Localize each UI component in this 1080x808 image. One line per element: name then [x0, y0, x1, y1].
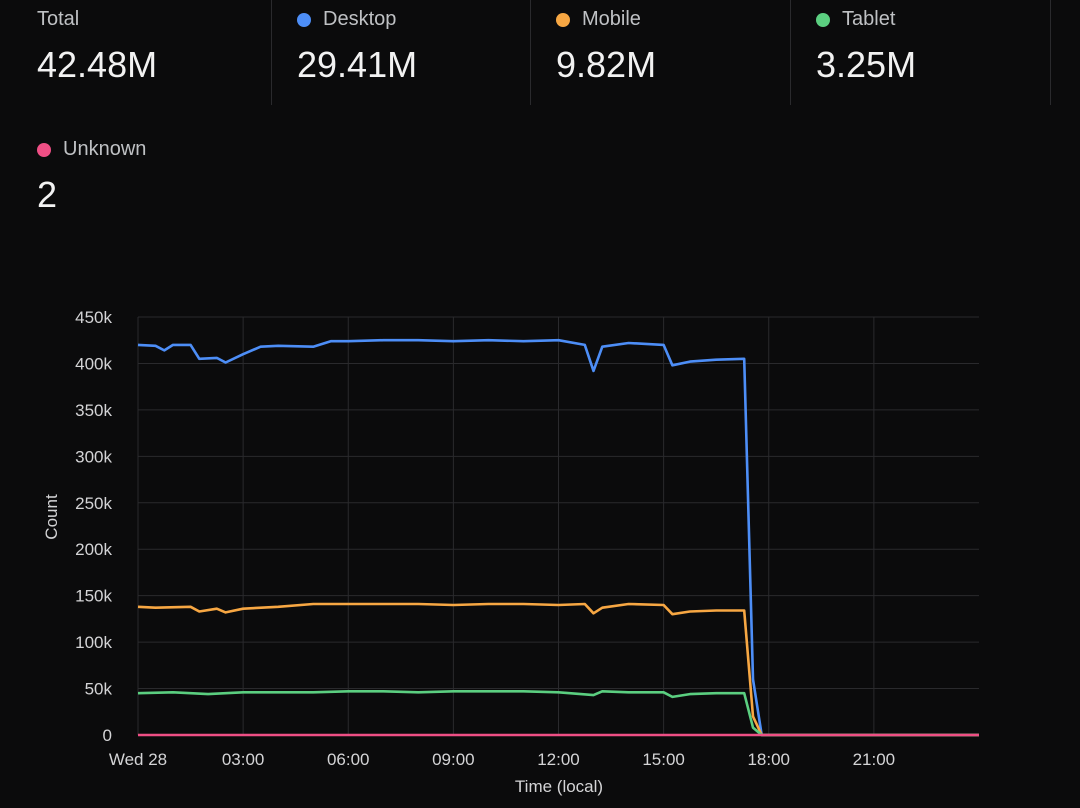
x-tick-label: 06:00 [327, 750, 370, 769]
mobile-dot-icon [556, 12, 570, 27]
y-tick-label: 300k [75, 447, 112, 466]
x-tick-label: 03:00 [222, 750, 265, 769]
x-tick-label: 21:00 [853, 750, 896, 769]
stat-total-header: Total [37, 8, 79, 31]
stat-desktop-label: Desktop [323, 8, 397, 30]
unknown-dot-icon [37, 142, 51, 157]
tablet-dot-icon [816, 12, 830, 27]
y-axis-label: Count [42, 494, 61, 540]
y-tick-label: 0 [103, 726, 112, 745]
stat-unknown-header: Unknown [37, 138, 146, 161]
line-chart: 0 50k 100k 150k 200k 250k 300k 350k 400k 450k Wed… [42, 308, 979, 796]
stat-mobile-header: Mobile [556, 8, 641, 31]
y-tick-label: 50k [85, 680, 113, 699]
stat-mobile-value: 9.82M [556, 44, 657, 85]
stat-unknown-label: Unknown [63, 138, 147, 160]
x-axis-ticks: Wed 28 03:00 06:00 09:00 12:00 15:00 18:00 21:0… [109, 750, 895, 769]
y-tick-label: 400k [75, 354, 112, 373]
stat-mobile: Mobile 9.82M [556, 0, 791, 105]
y-tick-label: 150k [75, 587, 112, 606]
x-tick-label: 18:00 [747, 750, 790, 769]
y-tick-label: 450k [75, 308, 112, 327]
stat-tablet: Tablet 3.25M [816, 0, 1051, 105]
stat-tablet-header: Tablet [816, 8, 895, 31]
x-axis-label: Time (local) [515, 777, 603, 796]
x-tick-label: 09:00 [432, 750, 475, 769]
desktop-dot-icon [297, 12, 311, 27]
stat-total-label: Total [37, 8, 80, 30]
stat-unknown-value: 2 [37, 174, 58, 215]
y-tick-label: 350k [75, 401, 112, 420]
y-axis-ticks: 0 50k 100k 150k 200k 250k 300k 350k 400k 450k [75, 308, 112, 745]
stat-unknown: Unknown 2 [37, 130, 272, 235]
x-tick-label: 15:00 [642, 750, 685, 769]
stat-desktop-header: Desktop [297, 8, 396, 31]
y-tick-label: 250k [75, 494, 112, 513]
y-tick-label: 200k [75, 540, 112, 559]
x-tick-label: 12:00 [537, 750, 580, 769]
chart-grid [137, 316, 979, 736]
stat-tablet-value: 3.25M [816, 44, 917, 85]
stat-desktop-value: 29.41M [297, 44, 418, 85]
stat-desktop: Desktop 29.41M [297, 0, 531, 105]
stat-tablet-label: Tablet [842, 8, 896, 30]
x-tick-label: Wed 28 [109, 750, 167, 769]
stat-mobile-label: Mobile [582, 8, 641, 30]
y-tick-label: 100k [75, 633, 112, 652]
stat-total: Total 42.48M [37, 0, 272, 105]
stat-total-value: 42.48M [37, 44, 158, 85]
